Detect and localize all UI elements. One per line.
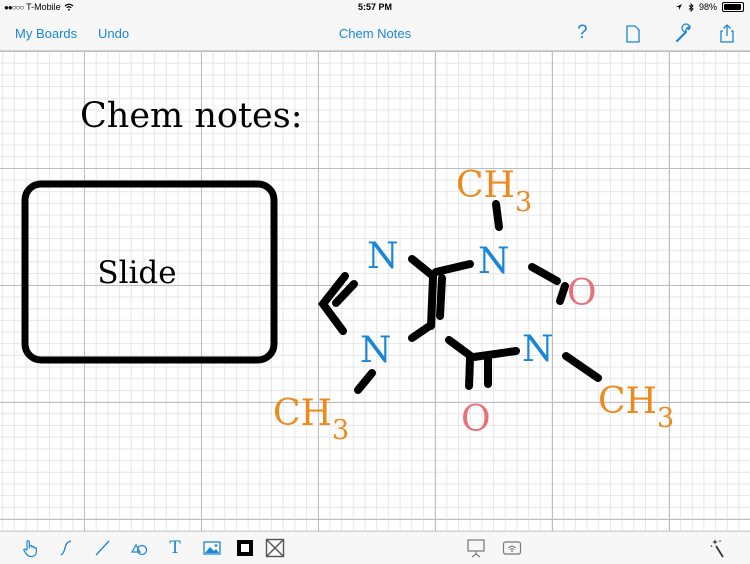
bond-line [492, 200, 503, 231]
image-tool-icon[interactable] [201, 537, 223, 559]
wrench-icon[interactable] [673, 22, 695, 44]
nitrogen-label: N [367, 236, 399, 277]
bond-line [408, 321, 435, 342]
bond-line [436, 274, 446, 320]
location-icon [675, 4, 682, 10]
bluetooth-icon [688, 2, 694, 12]
whiteboard-canvas[interactable]: Chem notes: Slide N N N N O O CH3 CH3 CH… [0, 51, 750, 531]
bond-line [408, 255, 437, 280]
methyl-label: CH3 [598, 381, 674, 434]
heading-text: Chem notes: [80, 96, 303, 136]
bond-line [427, 274, 437, 330]
bond-line [445, 336, 476, 361]
line-tool-icon[interactable] [91, 537, 113, 559]
bond-line [465, 355, 474, 390]
oxygen-label: O [567, 273, 597, 314]
bond-line [528, 263, 561, 285]
help-button[interactable]: ? [577, 22, 588, 44]
text-tool-button[interactable]: T [164, 537, 186, 559]
bottom-toolbar: T [0, 531, 750, 564]
bond-line [432, 260, 474, 276]
presentation-icon[interactable] [465, 537, 487, 559]
bond-line [354, 369, 376, 394]
status-time: 5:57 PM [357, 2, 392, 12]
hand-pointer-icon[interactable] [19, 537, 41, 559]
eraser-tool-icon[interactable] [264, 537, 286, 559]
status-right: 98% [675, 2, 744, 12]
bond-line [556, 282, 569, 305]
bond-line [470, 347, 520, 361]
broadcast-icon[interactable] [501, 537, 523, 559]
nitrogen-label: N [360, 330, 392, 371]
oxygen-label: O [461, 399, 491, 440]
page-icon[interactable] [622, 22, 644, 44]
slide-label: Slide [97, 255, 176, 291]
nav-bar: My Boards Undo Chem Notes ? [0, 16, 750, 51]
drawing-layer: Chem notes: Slide N N N N O O CH3 CH3 CH… [21, 96, 674, 446]
slide-tool-icon[interactable] [234, 537, 256, 559]
methyl-label: CH3 [273, 393, 349, 446]
pen-tool-icon[interactable] [56, 537, 78, 559]
nitrogen-label: N [478, 241, 510, 282]
bond-line [562, 352, 602, 382]
battery-icon [722, 2, 744, 12]
share-icon[interactable] [716, 22, 738, 44]
status-bar: ●●○○○ T-Mobile 5:57 PM 98% [0, 0, 750, 16]
battery-percent: 98% [698, 2, 717, 12]
nitrogen-label: N [522, 329, 554, 370]
magic-wand-icon[interactable] [708, 537, 730, 559]
shapes-tool-icon[interactable] [128, 537, 150, 559]
